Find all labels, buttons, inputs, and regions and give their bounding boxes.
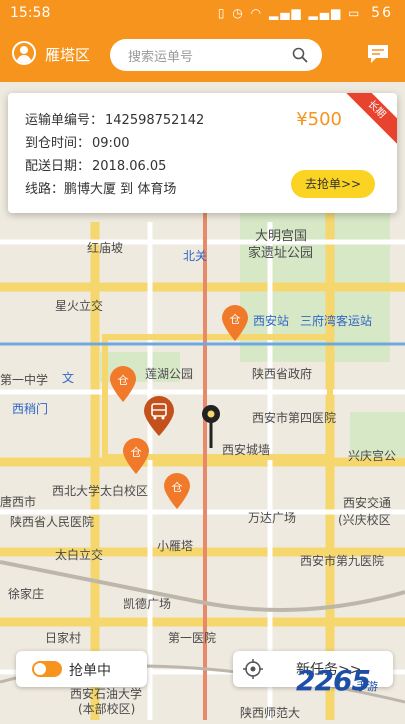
map-label: 徐家庄 bbox=[8, 587, 45, 601]
map-label: 红庙坡 bbox=[87, 241, 124, 255]
map-label: 第一中学 bbox=[0, 373, 49, 387]
map-label: 唐西市 bbox=[0, 495, 37, 509]
battery-icon: ▭ bbox=[348, 6, 362, 20]
signal-icon: ▂▄▆ bbox=[268, 6, 303, 20]
map-label: 西安交通 bbox=[343, 496, 392, 510]
map-label: 日家村 bbox=[45, 631, 82, 645]
map-label: 兴庆宫公 bbox=[348, 449, 397, 463]
wifi-icon: ◠ bbox=[250, 6, 264, 20]
map-label: (本部校区) bbox=[78, 702, 136, 716]
order-number: 142598752142 bbox=[105, 113, 205, 128]
delivery-date: 2018.06.05 bbox=[92, 159, 167, 174]
order-card[interactable]: 运输单编号： 142598752142 到仓时间： 09:00 配送日期： 2018.… bbox=[8, 93, 397, 213]
route-label: 线路： bbox=[25, 182, 65, 197]
message-icon[interactable] bbox=[367, 44, 389, 64]
route-to: 体育场 bbox=[137, 182, 177, 197]
map-label: 北关 bbox=[183, 249, 208, 263]
route-to-word: 到 bbox=[120, 182, 134, 197]
locate-icon[interactable] bbox=[243, 659, 263, 679]
status-bar: 15:58 ▯ ◷ ◠ ▂▄▆ ▂▄▆ ▭ 56 bbox=[0, 0, 405, 28]
delivery-date-label: 配送日期： bbox=[25, 159, 91, 174]
site-watermark-sub: 手游 bbox=[356, 680, 378, 693]
map-label: 西安城墙 bbox=[222, 443, 271, 457]
map-label: 陕西省政府 bbox=[252, 367, 313, 381]
map-label: 西安市第九医院 bbox=[300, 554, 385, 568]
search-icon[interactable] bbox=[292, 47, 308, 63]
order-number-line: 运输单编号： 142598752142 bbox=[25, 109, 204, 128]
map-label: 第一医院 bbox=[168, 631, 217, 645]
map-label: 万达广场 bbox=[248, 511, 297, 525]
grab-mode-toggle[interactable] bbox=[32, 661, 62, 677]
map-label: 西稍门 bbox=[12, 402, 49, 416]
avatar-icon[interactable] bbox=[12, 41, 36, 65]
svg-text:仓: 仓 bbox=[131, 445, 142, 459]
map-label: 西北大学太白校区 bbox=[52, 484, 149, 498]
search-input[interactable]: 搜索运单号 bbox=[110, 39, 322, 71]
toggle-knob bbox=[34, 663, 46, 675]
long-term-ribbon: 长期 bbox=[337, 93, 397, 149]
alarm-icon: ◷ bbox=[232, 6, 245, 20]
map-label: 家遗址公园 bbox=[248, 246, 314, 261]
order-number-label: 运输单编号： bbox=[25, 113, 104, 128]
grab-order-button[interactable]: 去抢单>> bbox=[291, 170, 375, 198]
district-selector[interactable]: 雁塔区 bbox=[45, 44, 90, 65]
search-placeholder: 搜索运单号 bbox=[128, 50, 194, 65]
map-label: 西安站 bbox=[253, 314, 290, 328]
arrive-time: 09:00 bbox=[92, 136, 130, 151]
map-label: 莲湖公园 bbox=[145, 367, 194, 381]
battery-level: 56 bbox=[371, 5, 393, 21]
map-label: 星火立交 bbox=[55, 299, 104, 313]
grab-mode-label: 抢单中 bbox=[69, 663, 111, 679]
map-label: 文 bbox=[62, 371, 75, 385]
delivery-date-line: 配送日期： 2018.06.05 bbox=[25, 155, 166, 174]
signal-icon-2: ▂▄▆ bbox=[308, 6, 343, 20]
svg-text:仓: 仓 bbox=[118, 373, 129, 387]
map-label: 太白立交 bbox=[55, 548, 104, 562]
app-header: 雁塔区 搜索运单号 bbox=[0, 28, 405, 82]
truck-pin-icon[interactable] bbox=[142, 395, 176, 437]
location-pin-icon bbox=[202, 405, 220, 448]
warehouse-pin[interactable]: 仓 bbox=[108, 365, 138, 403]
route-line: 线路：鹏博大厦 到 体育场 bbox=[25, 178, 176, 197]
vibrate-icon: ▯ bbox=[217, 6, 227, 20]
price: ¥500 bbox=[296, 109, 342, 130]
route-from: 鹏博大厦 bbox=[64, 182, 117, 197]
warehouse-pin[interactable]: 仓 bbox=[220, 304, 250, 342]
arrive-time-line: 到仓时间： 09:00 bbox=[25, 132, 129, 151]
map-label: (兴庆校区 bbox=[338, 513, 391, 527]
status-time: 15:58 bbox=[10, 5, 51, 21]
map-label: 陕西师范大 bbox=[240, 706, 301, 720]
map-label: 西安市第四医院 bbox=[252, 411, 337, 425]
arrive-time-label: 到仓时间： bbox=[25, 136, 91, 151]
warehouse-pin[interactable]: 仓 bbox=[121, 437, 151, 475]
svg-text:仓: 仓 bbox=[172, 480, 183, 494]
svg-text:仓: 仓 bbox=[230, 312, 241, 326]
grab-mode-panel: 抢单中 bbox=[16, 651, 147, 687]
warehouse-pin[interactable]: 仓 bbox=[162, 472, 192, 510]
map-label: 三府湾客运站 bbox=[300, 314, 373, 328]
map-label: 陕西省人民医院 bbox=[10, 515, 95, 529]
status-icons: ▯ ◷ ◠ ▂▄▆ ▂▄▆ ▭ 56 bbox=[218, 5, 393, 21]
map-label: 小雁塔 bbox=[157, 539, 194, 553]
map-label: 凯德广场 bbox=[123, 597, 172, 611]
